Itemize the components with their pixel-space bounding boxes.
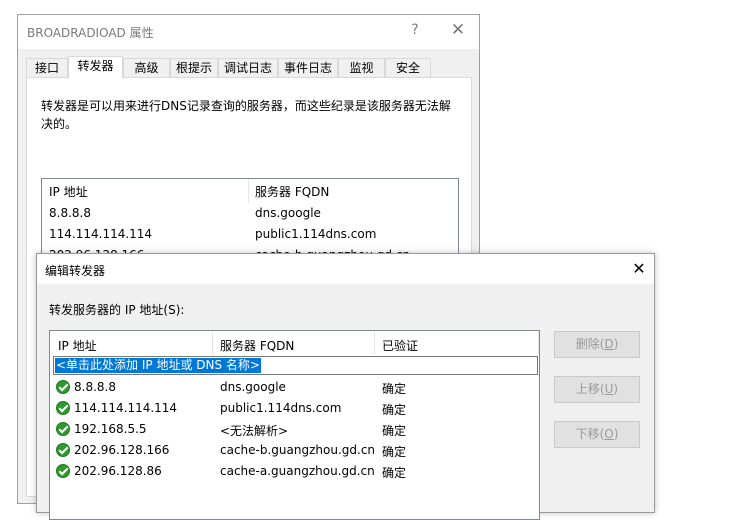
row-ip: 114.114.114.114 <box>74 401 178 415</box>
delete-button-label: 删除( <box>575 337 605 351</box>
row-verified: 确定 <box>382 403 407 417</box>
list-item-fqdn: dns.google <box>255 206 321 220</box>
row-fqdn: public1.114dns.com <box>220 401 342 415</box>
edit-title: 编辑转发器 <box>45 264 106 278</box>
column-divider <box>212 331 213 355</box>
check-icon <box>56 443 70 457</box>
delete-button[interactable]: 删除(D) <box>554 331 640 358</box>
list-item-ip[interactable]: 8.8.8.8 <box>49 206 91 220</box>
tab-interfaces[interactable]: 接口 <box>26 58 68 78</box>
tab-root-hints[interactable]: 根提示 <box>170 58 218 78</box>
column-divider <box>538 331 539 355</box>
add-entry-field[interactable]: <单击此处添加 IP 地址或 DNS 名称> <box>53 356 538 375</box>
column-divider <box>374 331 375 355</box>
move-down-button-label: 下移( <box>575 427 605 441</box>
row-fqdn: <无法解析> <box>220 424 289 438</box>
list-item-fqdn: public1.114dns.com <box>255 227 377 241</box>
move-up-button-label: 上移( <box>575 382 605 396</box>
tab-monitoring[interactable]: 监视 <box>338 58 385 78</box>
table-row[interactable]: 114.114.114.114 public1.114dns.com 确定 <box>50 399 539 420</box>
row-ip: 192.168.5.5 <box>74 422 147 436</box>
help-icon[interactable]: ? <box>406 22 424 40</box>
table-row[interactable]: 202.96.128.86 cache-a.guangzhou.gd.cn 确定 <box>50 462 539 483</box>
delete-button-end: ) <box>613 337 619 351</box>
column-header-fqdn[interactable]: 服务器 FQDN <box>220 337 294 354</box>
row-verified: 确定 <box>382 466 407 480</box>
check-icon <box>56 380 70 394</box>
column-header-ip[interactable]: IP 地址 <box>49 183 88 200</box>
column-header-ip[interactable]: IP 地址 <box>58 337 97 354</box>
properties-title: BROADRADIOAD 属性 <box>27 26 154 40</box>
tab-forwarders[interactable]: 转发器 <box>68 56 123 79</box>
edit-close-icon[interactable]: ✕ <box>630 259 648 278</box>
column-header-verified[interactable]: 已验证 <box>382 337 418 354</box>
tab-debug-logging[interactable]: 调试日志 <box>218 58 278 78</box>
edit-titlebar: 编辑转发器 ✕ <box>37 254 654 284</box>
forwarders-description: 转发器是可以用来进行DNS记录查询的服务器，而这些纪录是该服务器无法解决的。 <box>41 99 451 131</box>
move-down-button-end: ) <box>613 427 619 441</box>
column-divider <box>248 179 249 203</box>
row-ip: 202.96.128.166 <box>74 443 170 457</box>
properties-close-icon[interactable]: ✕ <box>448 20 468 40</box>
row-ip: 202.96.128.86 <box>74 464 162 478</box>
row-verified: 确定 <box>382 382 407 396</box>
check-icon <box>56 401 70 415</box>
tab-security[interactable]: 安全 <box>385 58 431 78</box>
table-row[interactable]: 8.8.8.8 dns.google 确定 <box>50 378 539 399</box>
row-verified: 确定 <box>382 445 407 459</box>
properties-titlebar: BROADRADIOAD 属性 ? ✕ <box>18 15 479 49</box>
tab-advanced[interactable]: 高级 <box>123 58 170 78</box>
move-up-button-end: ) <box>613 382 619 396</box>
add-entry-placeholder[interactable]: <单击此处添加 IP 地址或 DNS 名称> <box>55 358 261 373</box>
row-fqdn: cache-a.guangzhou.gd.cn <box>220 464 375 478</box>
check-icon <box>56 422 70 436</box>
delete-button-key: D <box>604 337 614 351</box>
row-verified: 确定 <box>382 424 407 438</box>
row-fqdn: dns.google <box>220 380 286 394</box>
column-header-fqdn[interactable]: 服务器 FQDN <box>255 183 329 200</box>
row-fqdn: cache-b.guangzhou.gd.cn <box>220 443 376 457</box>
table-row[interactable]: 202.96.128.166 cache-b.guangzhou.gd.cn 确… <box>50 441 539 462</box>
move-down-button-key: O <box>604 427 614 441</box>
move-down-button[interactable]: 下移(O) <box>554 421 640 448</box>
edit-forwarders-dialog: 编辑转发器 ✕ 转发服务器的 IP 地址(S): IP 地址 服务器 FQDN … <box>36 253 655 520</box>
move-up-button[interactable]: 上移(U) <box>554 376 640 403</box>
forwarder-grid[interactable]: IP 地址 服务器 FQDN 已验证 <单击此处添加 IP 地址或 DNS 名称… <box>49 330 540 520</box>
tab-event-logging[interactable]: 事件日志 <box>278 58 338 78</box>
list-item-ip[interactable]: 114.114.114.114 <box>49 227 152 241</box>
check-icon <box>56 464 70 478</box>
ip-list-label: 转发服务器的 IP 地址(S): <box>49 303 185 317</box>
table-row[interactable]: 192.168.5.5 <无法解析> 确定 <box>50 420 539 441</box>
row-ip: 8.8.8.8 <box>74 380 116 394</box>
